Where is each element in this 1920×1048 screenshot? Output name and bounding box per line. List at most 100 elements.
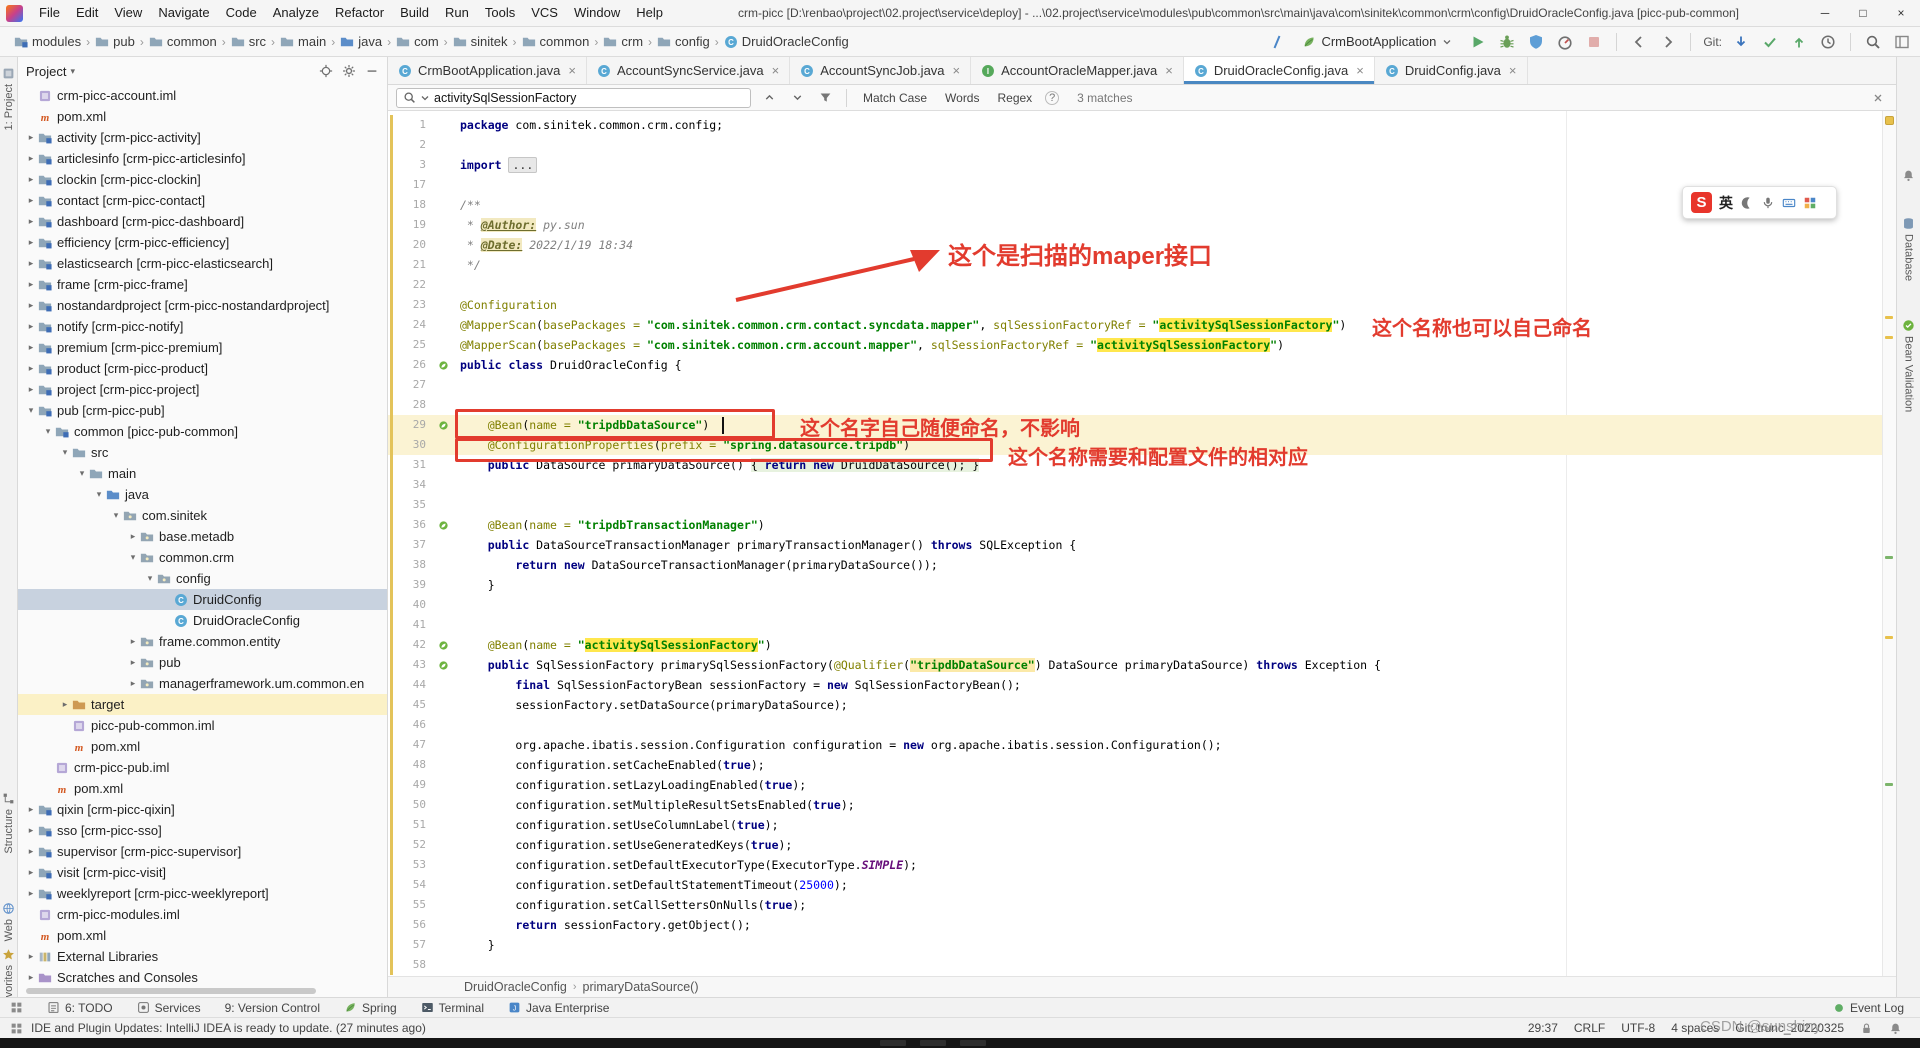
code-line-53[interactable]: 53 configuration.setDefaultExecutorType(… <box>388 855 1882 875</box>
code-line-35[interactable]: 35 <box>388 495 1882 515</box>
code-line-51[interactable]: 51 configuration.setUseColumnLabel(true)… <box>388 815 1882 835</box>
tab-druidconfig-java[interactable]: C DruidConfig.java × <box>1375 57 1528 84</box>
line-number[interactable]: 2 <box>388 135 434 155</box>
tree-item-frame-common-entity[interactable]: ▸ frame.common.entity <box>18 631 387 652</box>
inspections-indicator[interactable] <box>1885 116 1894 125</box>
expand-arrow-icon[interactable]: ▸ <box>126 531 140 542</box>
code-line-56[interactable]: 56 return sessionFactory.getObject(); <box>388 915 1882 935</box>
code-line-54[interactable]: 54 configuration.setDefaultStatementTime… <box>388 875 1882 895</box>
code-line-57[interactable]: 57 } <box>388 935 1882 955</box>
expand-arrow-icon[interactable]: ▸ <box>24 363 38 374</box>
expand-arrow-icon[interactable]: ▸ <box>126 636 140 647</box>
code-line-47[interactable]: 47 org.apache.ibatis.session.Configurati… <box>388 735 1882 755</box>
expand-arrow-icon[interactable]: ▸ <box>24 342 38 353</box>
line-number[interactable]: 36 <box>388 515 434 535</box>
tree-item-crm-picc-pub-iml[interactable]: crm-picc-pub.iml <box>18 757 387 778</box>
tree-item-picc-pub-common-iml[interactable]: picc-pub-common.iml <box>18 715 387 736</box>
expand-arrow-icon[interactable]: ▸ <box>24 846 38 857</box>
line-number[interactable]: 31 <box>388 455 434 475</box>
tree-item-external-libraries[interactable]: ▸ External Libraries <box>18 946 387 967</box>
horizontal-scrollbar[interactable] <box>26 988 316 994</box>
code-line-40[interactable]: 40 <box>388 595 1882 615</box>
close-tab-icon[interactable]: × <box>1165 63 1173 78</box>
expand-arrow-icon[interactable]: ▸ <box>24 216 38 227</box>
line-number[interactable]: 23 <box>388 295 434 315</box>
tree-item-premium-crm-picc-premium[interactable]: ▸ premium [crm-picc-premium] <box>18 337 387 358</box>
menu-code[interactable]: Code <box>218 0 265 26</box>
status-message[interactable]: IDE and Plugin Updates: IntelliJ IDEA is… <box>31 1021 426 1035</box>
breadcrumb-config[interactable]: config <box>657 34 710 49</box>
collapse-arrow-icon[interactable]: ▾ <box>24 405 38 416</box>
line-number[interactable]: 28 <box>388 395 434 415</box>
words-toggle[interactable]: Words <box>940 89 984 107</box>
menu-build[interactable]: Build <box>392 0 437 26</box>
tab-accountsyncservice-java[interactable]: C AccountSyncService.java × <box>587 57 791 84</box>
tree-item-common-crm[interactable]: ▾ common.crm <box>18 547 387 568</box>
search-everywhere-button[interactable] <box>1863 32 1883 52</box>
tab-accountsyncjob-java[interactable]: C AccountSyncJob.java × <box>790 57 972 84</box>
tree-item-target[interactable]: ▸ target <box>18 694 387 715</box>
expand-arrow-icon[interactable]: ▸ <box>58 699 72 710</box>
search-input[interactable]: activitySqlSessionFactory <box>396 87 751 108</box>
code-line-43[interactable]: 43 public SqlSessionFactory primarySqlSe… <box>388 655 1882 675</box>
forward-button[interactable] <box>1658 32 1678 52</box>
microphone-icon[interactable] <box>1761 196 1775 210</box>
line-number[interactable]: 54 <box>388 875 434 895</box>
stripe-icon-slot[interactable] <box>1897 169 1920 182</box>
code-line-27[interactable]: 27 <box>388 375 1882 395</box>
tab-druidoracleconfig-java[interactable]: C DruidOracleConfig.java × <box>1183 57 1375 84</box>
line-number[interactable]: 26 <box>388 355 434 375</box>
code-line-23[interactable]: 23 @Configuration <box>388 295 1882 315</box>
tree-item-managerframework-um-common-en[interactable]: ▸ managerframework.um.common.en <box>18 673 387 694</box>
breadcrumb-method[interactable]: primaryDataSource() <box>583 980 699 994</box>
breadcrumb-com[interactable]: com <box>396 34 439 49</box>
tree-item-project-crm-picc-project[interactable]: ▸ project [crm-picc-project] <box>18 379 387 400</box>
expand-arrow-icon[interactable]: ▸ <box>24 804 38 815</box>
tree-item-weeklyreport-crm-picc-weeklyreport[interactable]: ▸ weeklyreport [crm-picc-weeklyreport] <box>18 883 387 904</box>
tree-item-common-picc-pub-common[interactable]: ▾ common [picc-pub-common] <box>18 421 387 442</box>
tool-window-services[interactable]: Services <box>137 1001 201 1015</box>
code-line-52[interactable]: 52 configuration.setUseGeneratedKeys(tru… <box>388 835 1882 855</box>
collapse-arrow-icon[interactable]: ▾ <box>41 426 55 437</box>
error-stripe[interactable] <box>1882 111 1896 976</box>
breadcrumb-common[interactable]: common <box>149 34 217 49</box>
code-line-36[interactable]: 36 @Bean(name = "tripdbTransactionManage… <box>388 515 1882 535</box>
line-number[interactable]: 46 <box>388 715 434 735</box>
tree-item-druidconfig[interactable]: C DruidConfig <box>18 589 387 610</box>
menu-edit[interactable]: Edit <box>68 0 106 26</box>
tree-item-efficiency-crm-picc-efficiency[interactable]: ▸ efficiency [crm-picc-efficiency] <box>18 232 387 253</box>
git-commit-button[interactable] <box>1760 32 1780 52</box>
stripe-mark[interactable] <box>1885 783 1893 786</box>
code-line-2[interactable]: 2 <box>388 135 1882 155</box>
breadcrumb-java[interactable]: java <box>340 34 382 49</box>
line-number[interactable]: 19 <box>388 215 434 235</box>
next-match-button[interactable] <box>787 88 807 108</box>
line-number[interactable]: 18 <box>388 195 434 215</box>
profiler-button[interactable] <box>1555 32 1575 52</box>
expand-arrow-icon[interactable]: ▸ <box>24 972 38 983</box>
code-line-58[interactable]: 58 <box>388 955 1882 975</box>
line-number[interactable]: 56 <box>388 915 434 935</box>
breadcrumb-modules[interactable]: modules <box>14 34 81 49</box>
expand-arrow-icon[interactable]: ▸ <box>24 174 38 185</box>
code-line-55[interactable]: 55 configuration.setCallSettersOnNulls(t… <box>388 895 1882 915</box>
breadcrumb-common[interactable]: common <box>522 34 589 49</box>
line-number[interactable]: 17 <box>388 175 434 195</box>
code-line-42[interactable]: 42 @Bean(name = "activitySqlSessionFacto… <box>388 635 1882 655</box>
code-line-17[interactable]: 17 <box>388 175 1882 195</box>
line-number[interactable]: 38 <box>388 555 434 575</box>
tool-window-terminal[interactable]: Terminal <box>421 1001 484 1015</box>
menu-help[interactable]: Help <box>628 0 671 26</box>
layout-button[interactable] <box>1892 32 1912 52</box>
tree-item-java[interactable]: ▾ java <box>18 484 387 505</box>
line-number[interactable]: 29 <box>388 415 434 435</box>
expand-arrow-icon[interactable]: ▸ <box>24 258 38 269</box>
maximize-button[interactable]: □ <box>1844 0 1882 26</box>
collapse-arrow-icon[interactable]: ▾ <box>58 447 72 458</box>
line-number[interactable]: 35 <box>388 495 434 515</box>
tab-accountoraclemapper-java[interactable]: I AccountOracleMapper.java × <box>971 57 1184 84</box>
breadcrumb-class[interactable]: DruidOracleConfig <box>464 980 567 994</box>
code-line-21[interactable]: 21 */ <box>388 255 1882 275</box>
hide-panel-button[interactable] <box>365 64 379 78</box>
tool-stripe-database[interactable]: Database <box>1897 217 1920 281</box>
